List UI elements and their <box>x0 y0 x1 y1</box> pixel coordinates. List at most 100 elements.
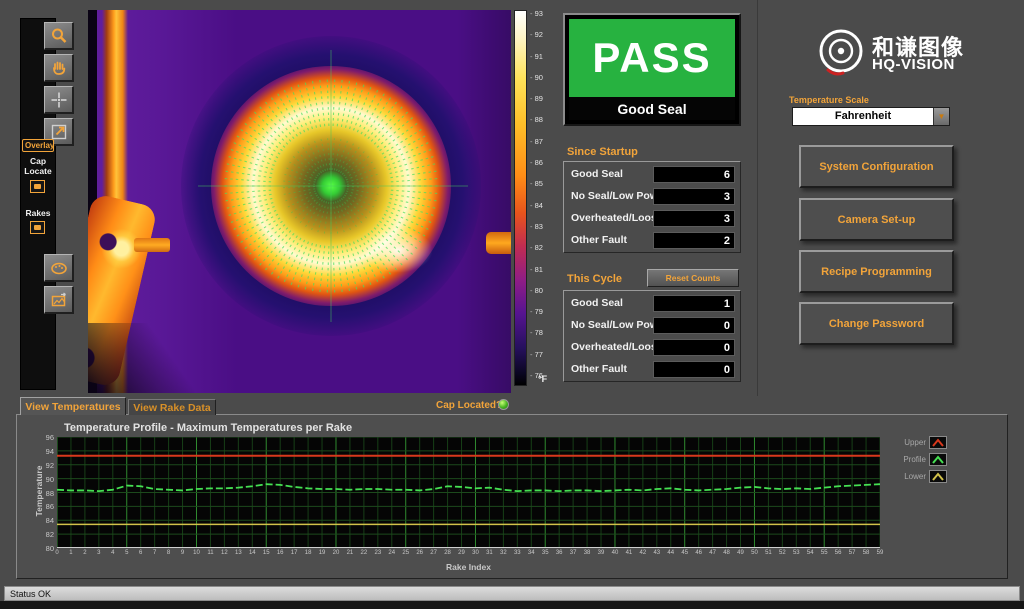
x-tick-label: 13 <box>231 550 245 556</box>
since-startup-title: Since Startup <box>567 146 638 158</box>
x-tick-label: 22 <box>357 550 371 556</box>
scale-tick-label: 88 <box>530 116 552 124</box>
x-tick-label: 28 <box>441 550 455 556</box>
counter-value: 0 <box>653 317 735 334</box>
scale-tick-label: 82 <box>530 244 552 252</box>
x-tick-label: 1 <box>64 550 78 556</box>
pass-status-box: PASS <box>569 19 735 97</box>
legend-swatch <box>929 453 947 466</box>
x-tick-label: 27 <box>427 550 441 556</box>
legend-label: Lower <box>890 472 926 481</box>
color-scale-ticks: 939291908988878685848382818079787776 <box>530 10 552 386</box>
tab-view-rake-data[interactable]: View Rake Data <box>128 399 216 415</box>
export-image-icon <box>49 290 69 310</box>
change-password-button[interactable]: Change Password <box>799 302 954 345</box>
this-cycle-title: This Cycle <box>567 273 622 285</box>
export-image-button[interactable] <box>44 286 74 314</box>
cap-located-led <box>498 399 509 410</box>
x-tick-label: 37 <box>566 550 580 556</box>
recipe-programming-button[interactable]: Recipe Programming <box>799 250 954 293</box>
scale-unit-label: °F <box>538 374 547 384</box>
x-tick-label: 7 <box>148 550 162 556</box>
crosshair-icon <box>49 90 69 110</box>
right-panel-divider <box>757 0 758 396</box>
x-tick-label: 18 <box>301 550 315 556</box>
x-tick-label: 42 <box>636 550 650 556</box>
x-tick-label: 0 <box>50 550 64 556</box>
counter-label: Other Fault <box>571 363 627 375</box>
rakes-checkbox[interactable] <box>30 221 45 234</box>
temperature-scale-dropdown[interactable]: Fahrenheit ▼ <box>792 107 950 126</box>
x-tick-label: 6 <box>134 550 148 556</box>
x-tick-label: 20 <box>329 550 343 556</box>
x-tick-label: 53 <box>789 550 803 556</box>
right-fixture-stub <box>486 232 511 254</box>
cursor-tool-button[interactable] <box>44 86 74 114</box>
x-tick-label: 52 <box>775 550 789 556</box>
dropdown-arrow-icon[interactable]: ▼ <box>933 108 949 125</box>
scale-tick-label: 87 <box>530 138 552 146</box>
profile-glyph <box>931 455 945 465</box>
scale-tick-label: 77 <box>530 351 552 359</box>
counter-value: 2 <box>653 232 735 249</box>
y-tick-label: 86 <box>36 502 54 511</box>
y-tick-label: 84 <box>36 516 54 525</box>
counter-value: 0 <box>653 339 735 356</box>
system-configuration-button[interactable]: System Configuration <box>799 145 954 188</box>
temperature-scale-value: Fahrenheit <box>793 108 933 125</box>
counter-value: 0 <box>653 361 735 378</box>
chart-title: Temperature Profile - Maximum Temperatur… <box>64 422 352 434</box>
toolbar: Overlay Cap Locate Rakes <box>20 18 56 390</box>
x-tick-label: 34 <box>524 550 538 556</box>
status-bar: Status OK <box>4 586 1020 601</box>
app-window: Overlay Cap Locate Rakes <box>0 0 1024 609</box>
legend-item-upper: Upper <box>890 436 947 449</box>
counter-value: 3 <box>653 210 735 227</box>
temperature-profile-plot <box>57 437 880 548</box>
x-tick-label: 54 <box>803 550 817 556</box>
upper-limit-glyph <box>931 438 945 448</box>
y-tick-label: 90 <box>36 475 54 484</box>
x-tick-label: 58 <box>859 550 873 556</box>
scale-tick-label: 86 <box>530 159 552 167</box>
thermal-image-display[interactable] <box>88 10 511 393</box>
x-axis-ticks: 0123456789101112131415161718192021222324… <box>57 550 880 560</box>
x-tick-label: 35 <box>538 550 552 556</box>
x-tick-label: 59 <box>873 550 887 556</box>
tab-view-temperatures[interactable]: View Temperatures <box>20 397 126 415</box>
scale-tick-label: 90 <box>530 74 552 82</box>
plot-legend: Upper Profile Lower <box>890 436 947 487</box>
palette-button[interactable] <box>44 254 74 282</box>
reset-counts-button[interactable]: Reset Counts <box>647 269 739 287</box>
lower-limit-glyph <box>931 472 945 482</box>
y-tick-label: 92 <box>36 461 54 470</box>
x-tick-label: 38 <box>580 550 594 556</box>
x-tick-label: 23 <box>371 550 385 556</box>
x-tick-label: 47 <box>706 550 720 556</box>
result-indicator: PASS Good Seal <box>563 13 741 126</box>
legend-swatch <box>929 470 947 483</box>
x-tick-label: 29 <box>455 550 469 556</box>
x-tick-label: 46 <box>692 550 706 556</box>
x-tick-label: 41 <box>622 550 636 556</box>
x-tick-label: 12 <box>217 550 231 556</box>
result-detail-text: Good Seal <box>569 97 735 120</box>
scale-tick-label: 78 <box>530 329 552 337</box>
camera-setup-button[interactable]: Camera Set-up <box>799 198 954 241</box>
zoom-tool-button[interactable] <box>44 22 74 50</box>
x-tick-label: 33 <box>510 550 524 556</box>
y-axis-ticks: 969492908886848280 <box>36 437 54 548</box>
scale-tick-label: 85 <box>530 180 552 188</box>
pan-tool-button[interactable] <box>44 54 74 82</box>
x-tick-label: 8 <box>162 550 176 556</box>
x-tick-label: 44 <box>664 550 678 556</box>
this-cycle-panel: Good Seal 1 No Seal/Low Power 0 Overheat… <box>563 290 741 382</box>
x-tick-label: 31 <box>482 550 496 556</box>
y-tick-label: 96 <box>36 433 54 442</box>
magnifier-icon <box>49 26 69 46</box>
x-tick-label: 49 <box>734 550 748 556</box>
scale-tick-label: 91 <box>530 53 552 61</box>
color-scale-bar <box>514 10 527 386</box>
cap-locate-checkbox[interactable] <box>30 180 45 193</box>
x-tick-label: 48 <box>720 550 734 556</box>
